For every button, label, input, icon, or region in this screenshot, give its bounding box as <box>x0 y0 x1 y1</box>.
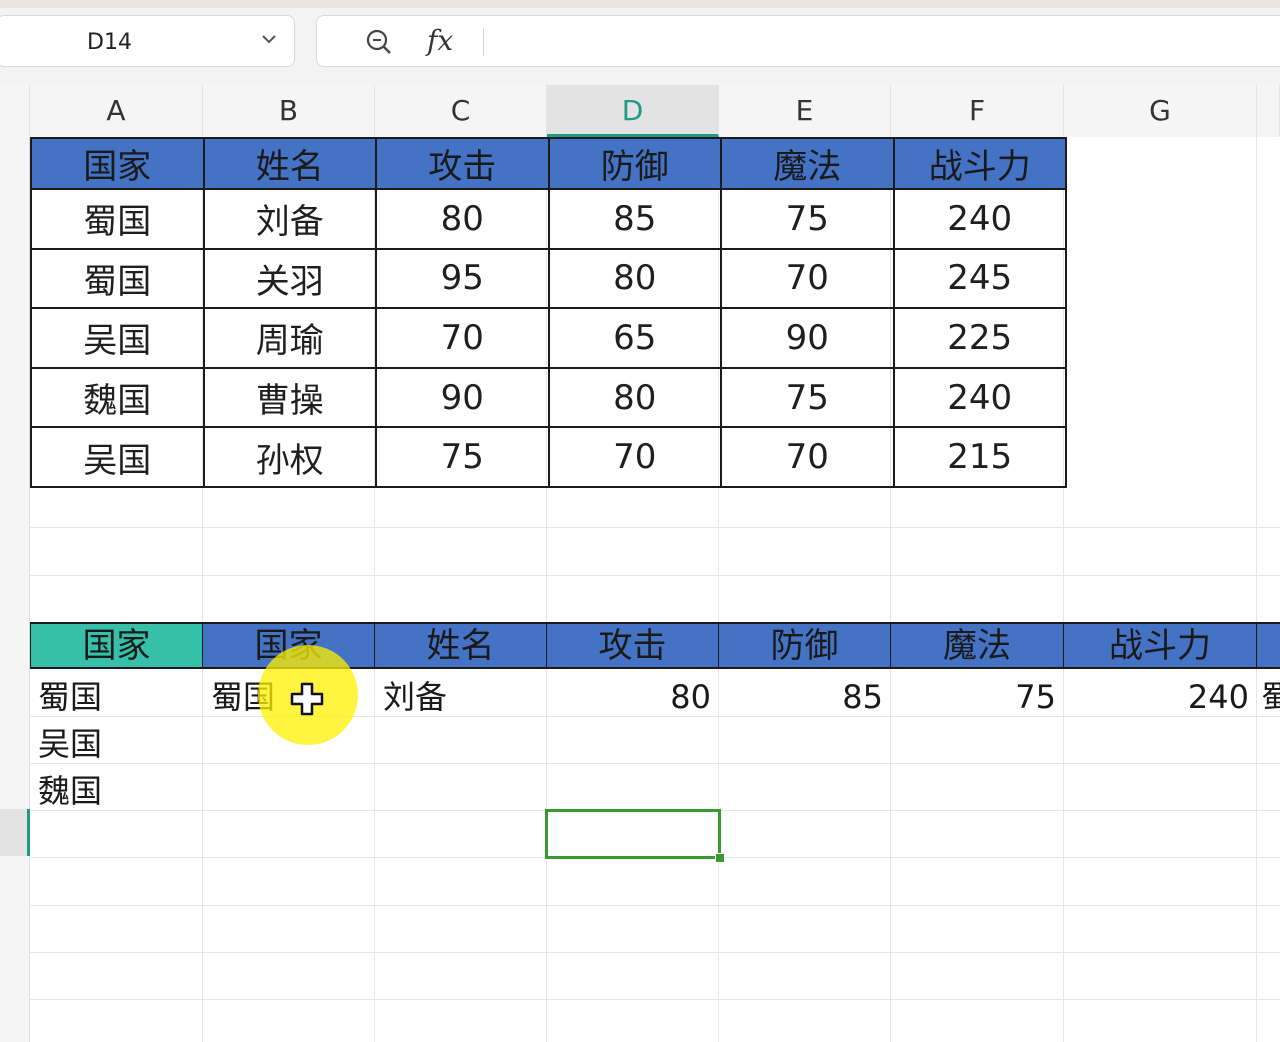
cell[interactable]: 240 <box>892 366 1067 429</box>
cell[interactable]: 70 <box>375 307 550 369</box>
cell[interactable]: 75 <box>375 426 550 488</box>
lookup-header-cell[interactable]: 姓名 <box>375 622 547 669</box>
lookup-attack-cell[interactable]: 80 <box>547 672 719 719</box>
cell[interactable]: 70 <box>547 426 722 488</box>
fx-icon[interactable]: fx <box>427 24 453 57</box>
cell[interactable]: 孙权 <box>202 426 377 488</box>
country-list-item[interactable]: 蜀国 <box>30 672 202 719</box>
column-header-a[interactable]: A <box>30 85 203 137</box>
table-row: 魏国 曹操 90 80 75 240 <box>30 366 1067 429</box>
header-cell[interactable]: 国家 <box>30 137 205 190</box>
gridline <box>30 905 1280 906</box>
name-box[interactable]: D14 <box>0 15 295 67</box>
cell[interactable]: 75 <box>720 366 895 429</box>
country-list-item[interactable]: 吴国 <box>30 719 202 766</box>
column-header-d[interactable]: D <box>547 85 719 137</box>
cell[interactable]: 80 <box>547 366 722 429</box>
table-row: 蜀国 刘备 80 85 75 240 <box>30 188 1067 250</box>
cell[interactable]: 吴国 <box>30 307 205 369</box>
fill-handle[interactable] <box>715 853 725 863</box>
formula-separator <box>483 28 484 56</box>
cell[interactable]: 蜀国 <box>30 247 205 310</box>
cell[interactable]: 65 <box>547 307 722 369</box>
lookup-defense-cell[interactable]: 85 <box>719 672 891 719</box>
formula-bar[interactable]: fx <box>316 15 1280 67</box>
active-cell-selection[interactable] <box>545 809 721 859</box>
lookup-header-cell[interactable]: 魔法 <box>891 622 1064 669</box>
cell[interactable]: 95 <box>375 247 550 310</box>
source-table: 国家 姓名 攻击 防御 魔法 战斗力 蜀国 刘备 80 85 75 240 蜀国… <box>30 137 1067 488</box>
lookup-overflow-cell[interactable]: 蜀 <box>1257 672 1280 719</box>
table-row: 蜀国 关羽 95 80 70 245 <box>30 247 1067 310</box>
cell[interactable]: 245 <box>892 247 1067 310</box>
cell[interactable]: 85 <box>547 188 722 250</box>
cell[interactable]: 80 <box>375 188 550 250</box>
row-header-active[interactable] <box>0 809 30 856</box>
row-header-gutter[interactable] <box>0 137 30 1042</box>
lookup-magic-cell[interactable]: 75 <box>891 672 1064 719</box>
cell[interactable]: 90 <box>375 366 550 429</box>
column-header-h[interactable] <box>1257 85 1280 137</box>
column-header-b[interactable]: B <box>203 85 375 137</box>
cell[interactable]: 魏国 <box>30 366 205 429</box>
lookup-power-cell[interactable]: 240 <box>1064 672 1257 719</box>
cross-cursor-icon <box>290 682 324 716</box>
cell[interactable]: 蜀国 <box>30 188 205 250</box>
gridline <box>30 952 1280 953</box>
column-header-e[interactable]: E <box>719 85 891 137</box>
lookup-header-cell[interactable]: 防御 <box>719 622 891 669</box>
chevron-down-icon[interactable] <box>260 30 278 48</box>
header-cell[interactable]: 姓名 <box>202 137 377 190</box>
lookup-header-cell[interactable]: 国家 <box>30 622 203 669</box>
header-cell[interactable]: 攻击 <box>375 137 550 190</box>
gridline <box>30 575 1280 576</box>
cell[interactable]: 关羽 <box>202 247 377 310</box>
table-row: 吴国 孙权 75 70 70 215 <box>30 426 1067 488</box>
cell[interactable]: 周瑜 <box>202 307 377 369</box>
header-cell[interactable]: 魔法 <box>720 137 895 190</box>
cell[interactable]: 刘备 <box>202 188 377 250</box>
lookup-header-cell[interactable]: 攻击 <box>547 622 719 669</box>
cell[interactable]: 75 <box>720 188 895 250</box>
select-all-corner[interactable] <box>0 85 30 137</box>
gridline <box>30 527 1280 528</box>
column-header-f[interactable]: F <box>891 85 1064 137</box>
gridline <box>30 763 1280 764</box>
header-cell[interactable]: 防御 <box>547 137 722 190</box>
cell[interactable]: 曹操 <box>202 366 377 429</box>
country-list-item[interactable]: 魏国 <box>30 766 202 813</box>
lookup-header-cell[interactable]: 战斗力 <box>1064 622 1257 669</box>
cell[interactable]: 80 <box>547 247 722 310</box>
column-header-g[interactable]: G <box>1064 85 1257 137</box>
cell[interactable]: 215 <box>892 426 1067 488</box>
zoom-icon[interactable] <box>365 28 393 56</box>
cell[interactable]: 70 <box>720 426 895 488</box>
cell[interactable]: 225 <box>892 307 1067 369</box>
lookup-name-cell[interactable]: 刘备 <box>375 672 547 719</box>
column-header-c[interactable]: C <box>375 85 547 137</box>
cell[interactable]: 70 <box>720 247 895 310</box>
cell[interactable]: 90 <box>720 307 895 369</box>
gridline <box>1256 137 1257 1042</box>
name-box-cell-ref: D14 <box>87 30 132 55</box>
header-cell[interactable]: 战斗力 <box>892 137 1067 190</box>
cell[interactable]: 240 <box>892 188 1067 250</box>
lookup-header-cell-overflow[interactable] <box>1257 622 1280 669</box>
cell[interactable]: 吴国 <box>30 426 205 488</box>
gridline <box>30 999 1280 1000</box>
source-table-header-row: 国家 姓名 攻击 防御 魔法 战斗力 <box>30 137 1067 190</box>
table-row: 吴国 周瑜 70 65 90 225 <box>30 307 1067 369</box>
